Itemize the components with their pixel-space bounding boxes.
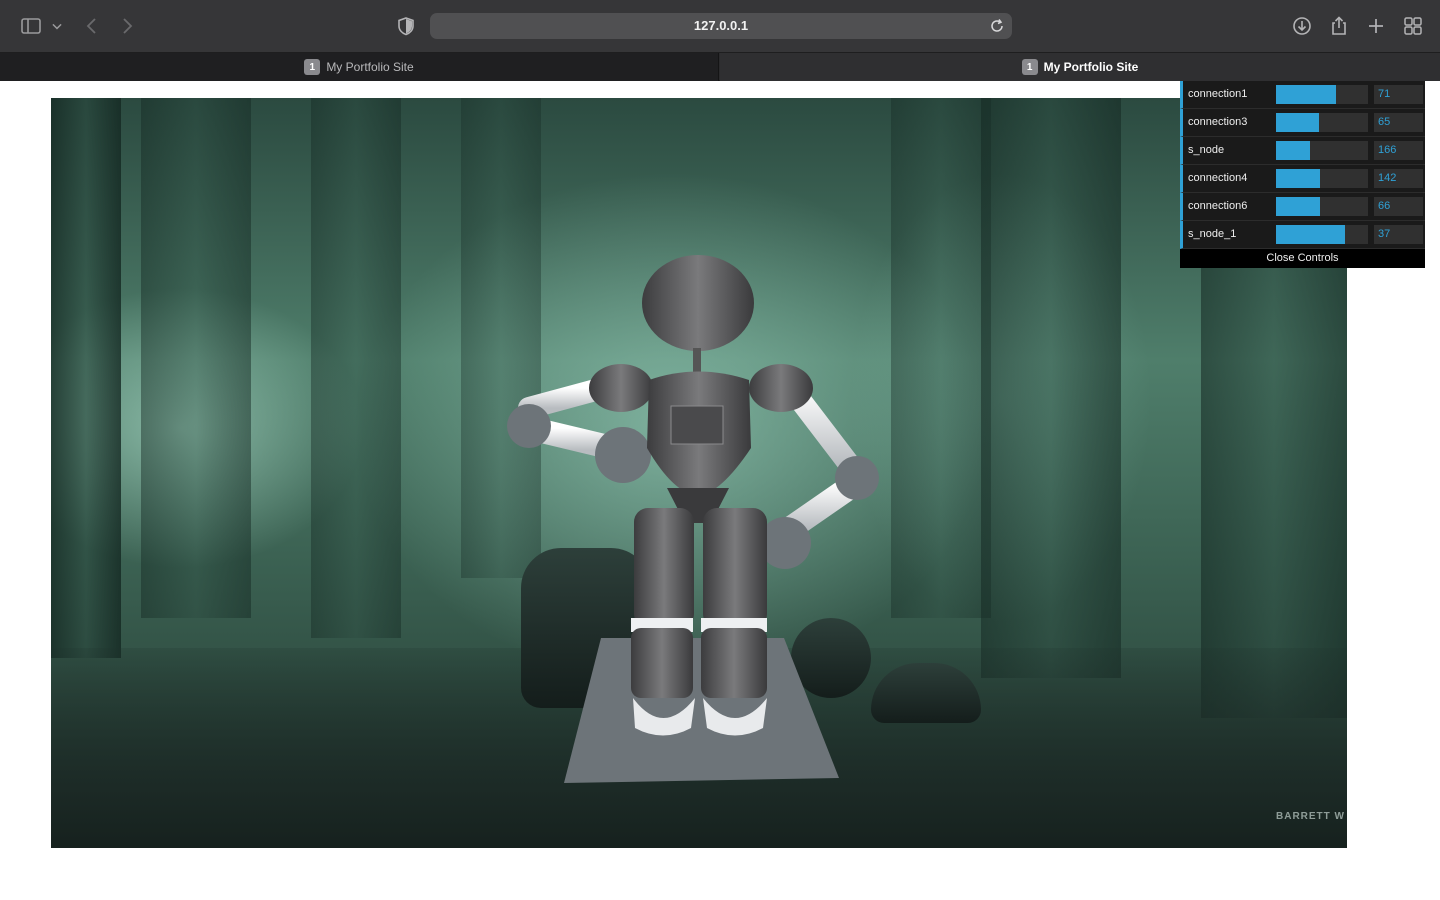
control-number-input[interactable]: 66: [1374, 197, 1423, 216]
slider-fill: [1276, 197, 1321, 216]
shield-icon[interactable]: [394, 14, 418, 38]
control-label: connection1: [1188, 88, 1248, 100]
tab-count-badge: 1: [304, 59, 321, 75]
control-number-input[interactable]: 65: [1374, 113, 1423, 132]
control-row-connection3: connection3 65: [1180, 109, 1425, 137]
control-slider[interactable]: [1276, 85, 1368, 104]
control-label: connection6: [1188, 200, 1248, 212]
chevron-down-icon[interactable]: [48, 14, 66, 38]
slider-fill: [1276, 85, 1336, 104]
back-arrow-icon[interactable]: [80, 14, 104, 38]
control-row-s-node-1: s_node_1 37: [1180, 221, 1425, 249]
slider-fill: [1276, 169, 1321, 188]
control-slider[interactable]: [1276, 169, 1368, 188]
download-icon[interactable]: [1290, 14, 1314, 38]
robot-model[interactable]: [51, 98, 1347, 848]
control-row-connection4: connection4 142: [1180, 165, 1425, 193]
control-label: s_node: [1188, 144, 1225, 156]
control-number-input[interactable]: 142: [1374, 169, 1423, 188]
control-label: connection4: [1188, 172, 1248, 184]
control-label: s_node_1: [1188, 228, 1237, 240]
share-icon[interactable]: [1327, 14, 1351, 38]
reload-icon[interactable]: [988, 17, 1006, 35]
control-row-s-node: s_node 166: [1180, 137, 1425, 165]
tab-bar: 1 My Portfolio Site 1 My Portfolio Site: [0, 52, 1440, 81]
tab-count-badge: 1: [1021, 59, 1038, 75]
url-text: 127.0.0.1: [693, 18, 749, 33]
address-bar[interactable]: 127.0.0.1: [430, 13, 1012, 39]
sidebar-icon[interactable]: [19, 14, 43, 38]
three-d-scene-canvas[interactable]: BARRETT W: [51, 98, 1347, 848]
control-number-input[interactable]: 71: [1374, 85, 1423, 104]
control-number-input[interactable]: 166: [1374, 141, 1423, 160]
control-number-input[interactable]: 37: [1374, 225, 1423, 244]
forward-arrow-icon[interactable]: [115, 14, 139, 38]
control-slider[interactable]: [1276, 113, 1368, 132]
control-label: connection3: [1188, 116, 1248, 128]
slider-fill: [1276, 141, 1311, 160]
control-slider[interactable]: [1276, 141, 1368, 160]
grid-icon[interactable]: [1401, 14, 1425, 38]
control-row-connection1: connection1 71: [1180, 81, 1425, 109]
control-slider[interactable]: [1276, 197, 1368, 216]
plus-icon[interactable]: [1364, 14, 1388, 38]
tab-title: My Portfolio Site: [326, 60, 414, 74]
browser-toolbar: 127.0.0.1: [0, 0, 1440, 52]
controls-panel: connection1 71 connection3 65 s_node 166…: [1180, 81, 1425, 268]
control-row-connection6: connection6 66: [1180, 193, 1425, 221]
tab-portfolio-inactive[interactable]: 1 My Portfolio Site: [0, 53, 719, 81]
control-slider[interactable]: [1276, 225, 1368, 244]
close-controls-button[interactable]: Close Controls: [1180, 249, 1425, 268]
scene-watermark: BARRETT W: [1276, 811, 1345, 822]
slider-fill: [1276, 113, 1320, 132]
tab-title: My Portfolio Site: [1043, 60, 1139, 74]
slider-fill: [1276, 225, 1345, 244]
tab-portfolio-active[interactable]: 1 My Portfolio Site: [720, 53, 1440, 81]
